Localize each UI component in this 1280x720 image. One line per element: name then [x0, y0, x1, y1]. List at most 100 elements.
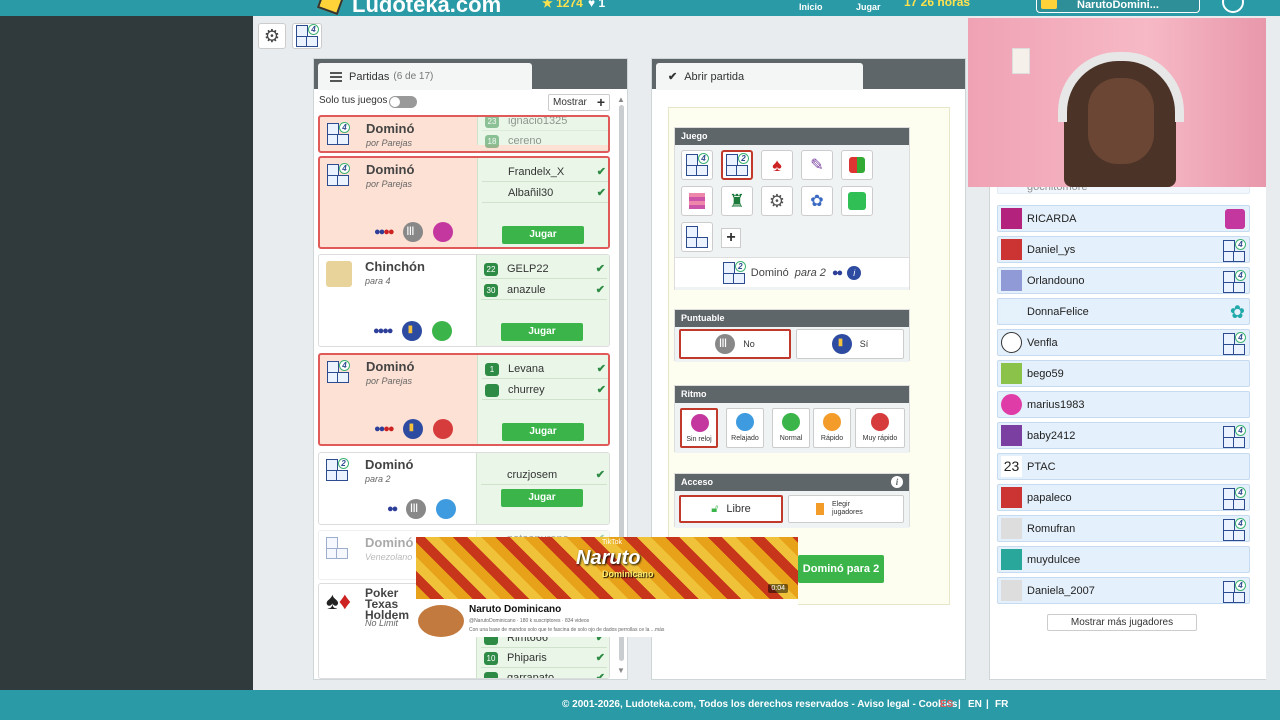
- player-row[interactable]: baby2412 4: [997, 422, 1250, 449]
- two-players-icon: ●●: [831, 266, 843, 279]
- relaxed-pace-icon: [436, 499, 457, 519]
- solo-tus-juegos-toggle[interactable]: [389, 96, 417, 108]
- jugar-button[interactable]: Jugar: [502, 423, 584, 441]
- parchis-icon: [849, 157, 865, 173]
- page-scrollbar[interactable]: [1266, 16, 1280, 690]
- jugar-button[interactable]: Jugar: [502, 226, 584, 244]
- puntuable-si-button[interactable]: Sí: [796, 329, 904, 359]
- game-cards-option[interactable]: ♠: [761, 150, 793, 180]
- acceso-elegir-button[interactable]: Elegir jugadores: [788, 495, 904, 523]
- game-feather-option[interactable]: ✎: [801, 150, 833, 180]
- top-bar: Ludoteka.com ★ 1274 ♥ 1 Inicio Jugar 17 …: [0, 0, 1280, 16]
- create-game-button[interactable]: Dominó para 2: [798, 555, 884, 583]
- avatar: [1001, 518, 1022, 539]
- nav-inicio[interactable]: Inicio: [799, 2, 823, 12]
- not-scored-icon: [406, 499, 427, 519]
- ritmo-section: Ritmo Sin reloj Relajado Normal Rápido M…: [674, 385, 910, 453]
- scored-icon: [401, 321, 422, 341]
- more-games-button[interactable]: +: [721, 228, 741, 248]
- puntuable-no-button[interactable]: No: [679, 329, 791, 359]
- nav-jugar[interactable]: Jugar: [856, 2, 881, 12]
- check-icon: ✔: [668, 71, 678, 83]
- tab-abrir-partida[interactable]: ✔ Abrir partida: [656, 63, 863, 90]
- game-meta: ●●: [387, 499, 457, 519]
- ritmo-sin-reloj-button[interactable]: Sin reloj: [680, 408, 718, 448]
- seat: 23 ignacio1325: [482, 117, 608, 131]
- game-row[interactable]: Chinchón para 4 ●●●● 22GELP22✔ 30anazule…: [318, 254, 610, 347]
- lang-en[interactable]: EN: [968, 699, 982, 710]
- domino-icon: [326, 537, 348, 562]
- game-row[interactable]: 4 Dominó por Parejas ●●●● 1Levana✔ churr…: [318, 353, 610, 446]
- game-board-option[interactable]: [681, 186, 713, 216]
- player-row[interactable]: 23 PTAC: [997, 453, 1250, 480]
- player-row[interactable]: DonnaFelice ✿: [997, 298, 1250, 325]
- selected-game: 2 Dominó para 2 ●● i: [675, 257, 909, 287]
- player-row[interactable]: papaleco 4: [997, 484, 1250, 511]
- lock-open-icon: 🔓︎: [711, 502, 719, 515]
- domino-game-button[interactable]: 4: [292, 23, 322, 49]
- jugar-button[interactable]: Jugar: [501, 323, 583, 341]
- avatar: [1001, 208, 1022, 229]
- acceso-libre-button[interactable]: 🔓︎ Libre: [679, 495, 783, 523]
- info-icon[interactable]: i: [847, 265, 862, 280]
- player-row[interactable]: Romufran 4: [997, 515, 1250, 542]
- avatar: [1001, 239, 1022, 260]
- avatar: [1001, 301, 1022, 322]
- avatar: [1001, 580, 1022, 601]
- tab-partidas[interactable]: Partidas (6 de 17): [318, 63, 532, 90]
- plus-icon: +: [596, 94, 605, 110]
- game-chess-option[interactable]: ♜: [721, 186, 753, 216]
- seat: 22 GELP22 ✔: [481, 261, 607, 279]
- seat: Albañil30 ✔: [482, 185, 608, 203]
- not-scored-icon: [715, 334, 736, 354]
- ritmo-normal-button[interactable]: Normal: [772, 408, 810, 448]
- player-row[interactable]: Daniela_2007 4: [997, 577, 1250, 604]
- domino-icon: 2: [722, 260, 746, 284]
- more-players-button[interactable]: Mostrar más jugadores: [1047, 614, 1197, 631]
- poker-chips-icon: ♠♦: [326, 588, 351, 615]
- game-flower-option[interactable]: ✿: [801, 186, 833, 216]
- game-parchis-option[interactable]: [841, 150, 873, 180]
- game-dice-option[interactable]: [841, 186, 873, 216]
- avatar: 23: [1001, 456, 1022, 477]
- player-row[interactable]: muydulcee: [997, 546, 1250, 573]
- site-logo[interactable]: Ludoteka.com: [352, 0, 501, 16]
- scroll-up-icon[interactable]: ▲: [617, 95, 625, 104]
- player-row[interactable]: RICARDA: [997, 205, 1250, 232]
- scroll-down-icon[interactable]: ▼: [617, 666, 625, 675]
- settings-button[interactable]: ⚙: [258, 23, 286, 49]
- game-domino-4-option[interactable]: 4: [681, 150, 713, 180]
- game-row[interactable]: 4 Dominó por Parejas 23 ignacio1325 18 cer…: [318, 115, 610, 153]
- player-row[interactable]: bego59: [997, 360, 1250, 387]
- ritmo-relajado-button[interactable]: Relajado: [726, 408, 764, 448]
- player-row[interactable]: marius1983: [997, 391, 1250, 418]
- very-fast-icon: [871, 413, 889, 431]
- partidas-header: Partidas (6 de 17): [314, 59, 627, 90]
- jugar-button[interactable]: Jugar: [501, 489, 583, 507]
- game-gear-option[interactable]: ⚙: [761, 186, 793, 216]
- copyright[interactable]: © 2001-2026, Ludoteka.com, Todos los der…: [562, 699, 957, 710]
- juego-section: Juego 4 2 ♠ ✎ ♜ ⚙ ✿ + 2 Dominó para 2 ●●…: [674, 127, 910, 290]
- info-icon[interactable]: i: [891, 476, 903, 488]
- game-row[interactable]: 2 Dominó para 2 ●● cruzjosem✔ Jugar: [318, 452, 610, 525]
- spade-icon: ♠: [772, 154, 782, 175]
- two-players-icon: ●●: [387, 503, 398, 515]
- lang-es[interactable]: ES: [940, 699, 953, 710]
- domino-icon: 4: [327, 122, 350, 148]
- ritmo-rapido-button[interactable]: Rápido: [813, 408, 851, 448]
- player-row[interactable]: Venfla 4: [997, 329, 1250, 356]
- game-row[interactable]: 4 Dominó por Parejas ●●●● Frandelx_X✔ Al…: [318, 156, 610, 249]
- team-players-icon: ●●●●: [374, 226, 395, 238]
- mostrar-button[interactable]: Mostrar +: [548, 94, 610, 111]
- user-menu[interactable]: NarutoDomini...: [1036, 0, 1200, 13]
- game-meta: ●●●●: [374, 419, 453, 439]
- ritmo-muy-rapido-button[interactable]: Muy rápido: [855, 408, 905, 448]
- player-row[interactable]: Orlandouno 4: [997, 267, 1250, 294]
- game-domino-other-option[interactable]: [681, 222, 713, 252]
- avatar: [1001, 549, 1022, 570]
- help-icon[interactable]: [1222, 0, 1244, 13]
- avatar: [1001, 270, 1022, 291]
- lang-fr[interactable]: FR: [995, 699, 1008, 710]
- game-domino-2-option[interactable]: 2: [721, 150, 753, 180]
- player-row[interactable]: Daniel_ys 4: [997, 236, 1250, 263]
